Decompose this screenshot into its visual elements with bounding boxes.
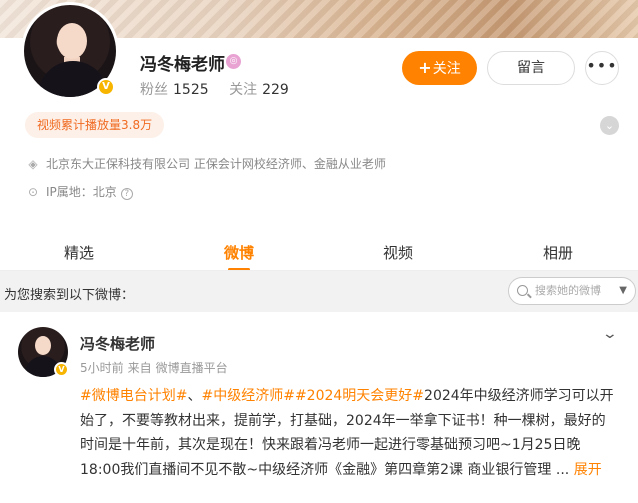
search-results-label: 为您搜索到以下微博： bbox=[4, 288, 135, 303]
verified-v-icon: V bbox=[97, 78, 115, 96]
search-icon bbox=[517, 285, 528, 296]
topic-link[interactable]: #中级经济师# bbox=[201, 388, 294, 404]
post-meta: 5小时前 来自 微博直播平台 bbox=[80, 359, 232, 376]
video-views-tag[interactable]: 视频累计播放量3.8万 bbox=[25, 112, 165, 138]
following-count[interactable]: 229 bbox=[262, 82, 289, 98]
verification-info: ◈ 北京东大正保科技有限公司 正保会计网校经济师、金融从业老师 bbox=[26, 155, 386, 172]
post-source-prefix: 来自 bbox=[127, 361, 152, 375]
member-badge-icon[interactable]: ◎ bbox=[226, 54, 241, 69]
ip-location-info: ⊙ IP属地：北京? bbox=[26, 183, 133, 200]
topic-link[interactable]: #微博电台计划# bbox=[80, 388, 187, 404]
tab-video[interactable]: 视频 bbox=[383, 242, 413, 263]
tab-weibo[interactable]: 微博 bbox=[224, 242, 254, 263]
tab-album[interactable]: 相册 bbox=[543, 242, 573, 263]
plus-icon: + bbox=[418, 58, 432, 77]
more-options-button[interactable]: ••• bbox=[585, 51, 619, 85]
ip-location-text: IP属地：北京 bbox=[46, 185, 117, 199]
message-button[interactable]: 留言 bbox=[487, 51, 575, 85]
profile-name: 冯冬梅老师 bbox=[140, 55, 225, 75]
follow-button-label: 关注 bbox=[432, 61, 461, 77]
search-placeholder: 搜索她的微博 bbox=[535, 284, 601, 297]
weibo-post: V 冯冬梅老师 5小时前 来自 微博直播平台 ⌄ #微博电台计划#、#中级经济师##… bbox=[0, 312, 638, 503]
ip-location-icon: ⊙ bbox=[27, 185, 39, 199]
chevron-down-icon[interactable]: ⌄ bbox=[600, 116, 619, 135]
verification-text: 北京东大正保科技有限公司 正保会计网校经济师、金融从业老师 bbox=[46, 157, 386, 171]
post-source[interactable]: 微博直播平台 bbox=[156, 361, 228, 375]
post-time[interactable]: 5小时前 bbox=[80, 361, 124, 375]
profile-tabs: 精选 微博 视频 相册 bbox=[0, 230, 638, 271]
verified-shield-icon: ◈ bbox=[28, 157, 38, 171]
post-ellipsis: ... bbox=[551, 461, 570, 478]
profile-stats: 粉丝 1525 关注 229 bbox=[140, 79, 305, 99]
expand-link[interactable]: 展开 bbox=[574, 462, 602, 478]
post-author-name[interactable]: 冯冬梅老师 bbox=[80, 333, 155, 354]
tab-featured[interactable]: 精选 bbox=[64, 242, 94, 263]
following-label: 关注 bbox=[229, 82, 258, 98]
search-input[interactable]: 搜索她的微博 ▼ bbox=[508, 277, 636, 305]
fans-label: 粉丝 bbox=[140, 82, 168, 98]
topic-separator: 、 bbox=[187, 388, 202, 404]
help-icon[interactable]: ? bbox=[120, 188, 133, 200]
topic-link[interactable]: #2024明天会更好# bbox=[295, 388, 424, 404]
dropdown-arrow-icon[interactable]: ▼ bbox=[619, 278, 627, 304]
search-results-bar: 为您搜索到以下微博： 搜索她的微博 ▼ bbox=[0, 271, 638, 312]
post-content: #微博电台计划#、#中级经济师##2024明天会更好#2024年中级经济师学习可… bbox=[80, 384, 618, 482]
follow-button[interactable]: +关注 bbox=[402, 51, 477, 85]
fans-count[interactable]: 1525 bbox=[173, 82, 209, 98]
verified-v-icon: V bbox=[54, 362, 69, 377]
post-menu-chevron-icon[interactable]: ⌄ bbox=[602, 326, 618, 342]
